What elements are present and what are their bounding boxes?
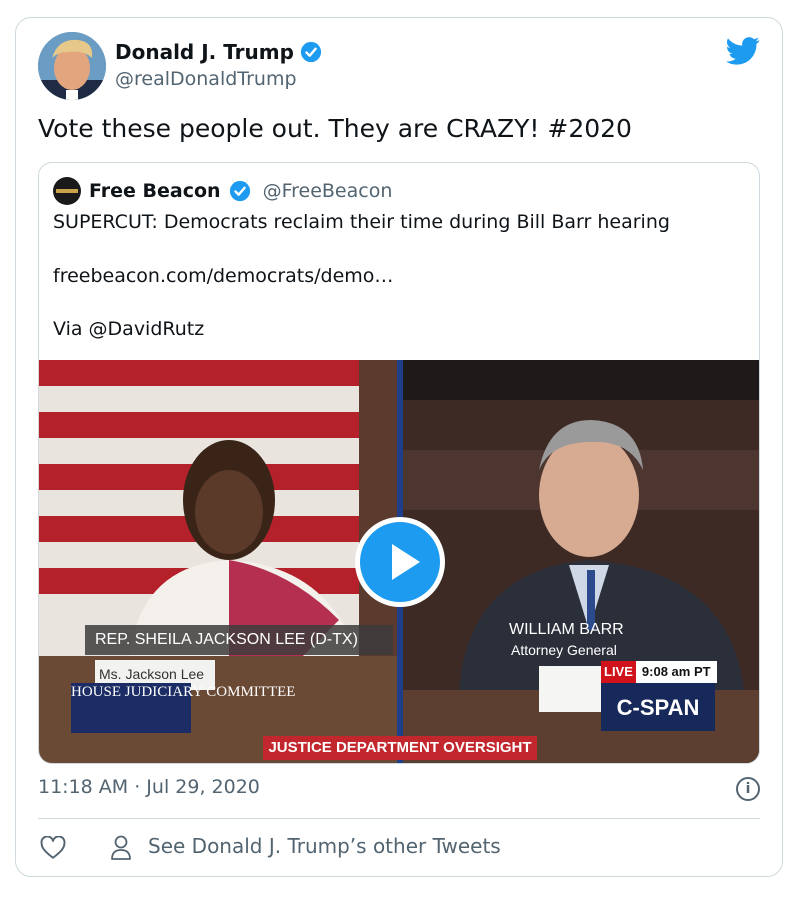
tweet-text: Vote these people out. They are CRAZY! #… bbox=[38, 114, 632, 143]
quoted-tweet[interactable]: Free Beacon @FreeBeacon SUPERCUT: Democr… bbox=[38, 162, 760, 764]
video-player[interactable]: REP. SHEILA JACKSON LEE (D-TX) Ms. Jacks… bbox=[39, 360, 759, 763]
quoted-link[interactable]: freebeacon.com/democrats/demo… bbox=[53, 265, 393, 287]
divider bbox=[38, 818, 760, 819]
live-time: 9:08 am PT bbox=[635, 661, 717, 683]
tweet-card: Donald J. Trump @realDonaldTrump Vote th… bbox=[15, 17, 783, 877]
lower-third-right-name: WILLIAM BARR bbox=[509, 621, 624, 638]
lower-third-left: REP. SHEILA JACKSON LEE (D-TX) bbox=[85, 625, 393, 655]
free-beacon-avatar bbox=[53, 177, 81, 205]
quoted-header: Free Beacon @FreeBeacon bbox=[53, 177, 392, 205]
nameplate-left: Ms. Jackson Lee bbox=[99, 666, 205, 682]
author-handle[interactable]: @realDonaldTrump bbox=[115, 68, 297, 90]
live-label: LIVE bbox=[601, 661, 636, 683]
quoted-text: SUPERCUT: Democrats reclaim their time d… bbox=[53, 211, 670, 233]
other-tweets-link[interactable]: See Donald J. Trump’s other Tweets bbox=[148, 834, 501, 858]
heart-icon[interactable] bbox=[40, 836, 66, 860]
live-indicator: LIVE 9:08 am PT bbox=[601, 661, 717, 683]
person-icon bbox=[111, 835, 131, 860]
tweet-timestamp[interactable]: 11:18 AM · Jul 29, 2020 bbox=[38, 776, 260, 798]
lower-third-right-title: Attorney General bbox=[511, 642, 617, 658]
twitter-bird-icon[interactable] bbox=[726, 36, 760, 66]
quoted-author-name: Free Beacon bbox=[89, 180, 221, 202]
program-banner: JUSTICE DEPARTMENT OVERSIGHT bbox=[263, 736, 537, 760]
author-name[interactable]: Donald J. Trump bbox=[115, 40, 322, 64]
quoted-via: Via @DavidRutz bbox=[53, 318, 205, 340]
quoted-author-handle: @FreeBeacon bbox=[262, 180, 393, 202]
committee-logo: HOUSE JUDICIARY COMMITTEE bbox=[71, 683, 295, 733]
network-logo: C-SPAN bbox=[601, 683, 715, 731]
verified-badge-icon bbox=[300, 41, 322, 63]
info-icon[interactable]: i bbox=[736, 777, 760, 801]
author-avatar[interactable] bbox=[38, 32, 106, 100]
play-icon[interactable] bbox=[355, 517, 445, 607]
verified-badge-icon bbox=[229, 180, 250, 202]
